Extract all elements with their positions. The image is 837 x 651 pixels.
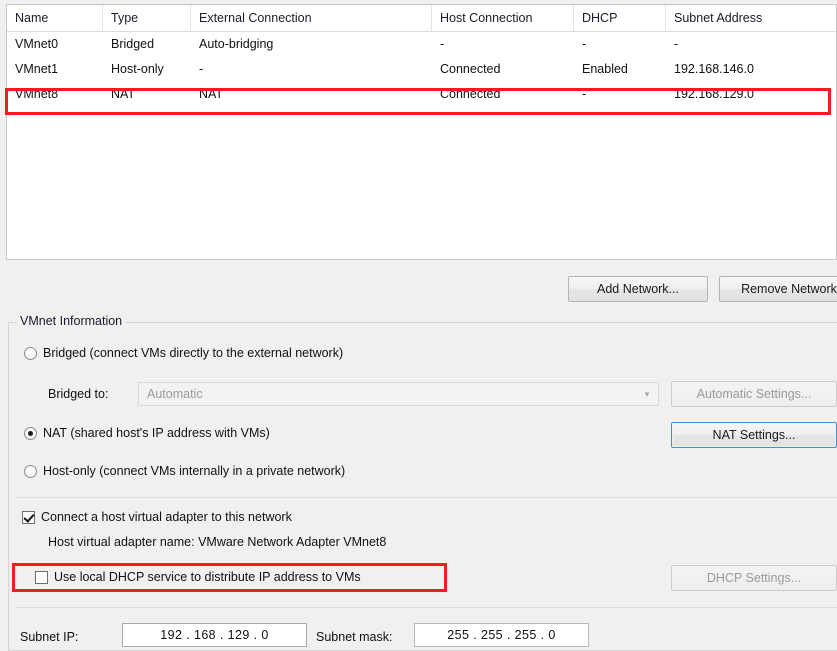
radio-bridged[interactable]: Bridged (connect VMs directly to the ext… bbox=[24, 346, 343, 360]
checkbox-use-local-dhcp[interactable]: Use local DHCP service to distribute IP … bbox=[35, 570, 361, 584]
column-header-external-connection[interactable]: External Connection bbox=[191, 4, 432, 32]
subnet-mask-input[interactable]: 255 . 255 . 255 . 0 bbox=[414, 623, 589, 647]
cell-host-connection: - bbox=[440, 37, 445, 51]
checkbox-use-local-dhcp-label: Use local DHCP service to distribute IP … bbox=[54, 570, 361, 584]
subnet-mask-label: Subnet mask: bbox=[316, 630, 393, 644]
table-row-vmnet0[interactable]: VMnet0 Bridged Auto-bridging - - - bbox=[7, 32, 836, 57]
host-virtual-adapter-name: Host virtual adapter name: VMware Networ… bbox=[48, 535, 387, 549]
cell-type: Bridged bbox=[111, 37, 155, 51]
subnet-ip-label: Subnet IP: bbox=[20, 630, 79, 644]
bridged-to-label: Bridged to: bbox=[48, 387, 109, 401]
cell-type: Host-only bbox=[111, 62, 164, 76]
subnet-ip-input[interactable]: 192 . 168 . 129 . 0 bbox=[122, 623, 307, 647]
radio-bridged-mark[interactable] bbox=[24, 346, 37, 360]
column-header-name[interactable]: Name bbox=[7, 4, 103, 32]
cell-name: VMnet1 bbox=[15, 62, 59, 76]
column-header-type[interactable]: Type bbox=[103, 4, 191, 32]
cell-dhcp: Enabled bbox=[582, 62, 628, 76]
cell-external-connection: - bbox=[199, 62, 204, 76]
table-header-row: Name Type External Connection Host Conne… bbox=[7, 4, 836, 32]
chevron-down-icon: ▾ bbox=[644, 388, 650, 399]
checkbox-connect-host-adapter[interactable]: Connect a host virtual adapter to this n… bbox=[22, 510, 292, 524]
nat-settings-button[interactable]: NAT Settings... bbox=[671, 422, 837, 448]
cell-host-connection: Connected bbox=[440, 87, 501, 101]
table-row-vmnet8[interactable]: VMnet8 NAT NAT Connected - 192.168.129.0 bbox=[7, 82, 836, 107]
cell-subnet-address: 192.168.129.0 bbox=[674, 87, 754, 101]
cell-subnet-address: 192.168.146.0 bbox=[674, 62, 754, 76]
remove-network-button[interactable]: Remove Network bbox=[719, 276, 837, 302]
radio-nat-mark[interactable] bbox=[24, 426, 37, 440]
cell-host-connection: Connected bbox=[440, 62, 501, 76]
virtual-network-table[interactable]: Name Type External Connection Host Conne… bbox=[6, 4, 837, 260]
column-header-subnet-address[interactable]: Subnet Address bbox=[666, 5, 836, 32]
add-network-button[interactable]: Add Network... bbox=[568, 276, 708, 302]
bridged-to-select[interactable]: Automatic ▾ bbox=[138, 382, 659, 406]
cell-type: NAT bbox=[111, 87, 136, 101]
radio-bridged-label: Bridged (connect VMs directly to the ext… bbox=[43, 346, 344, 360]
divider-bottom bbox=[16, 607, 837, 608]
divider-top bbox=[16, 497, 837, 498]
cell-dhcp: - bbox=[582, 37, 587, 51]
checkbox-connect-host-adapter-mark[interactable] bbox=[22, 510, 35, 524]
vmnet-information-legend: VMnet Information bbox=[16, 314, 127, 328]
checkbox-connect-host-adapter-label: Connect a host virtual adapter to this n… bbox=[41, 510, 292, 524]
automatic-settings-button[interactable]: Automatic Settings... bbox=[671, 381, 837, 407]
cell-name: VMnet8 bbox=[15, 87, 59, 101]
vmnet-information-group bbox=[8, 322, 837, 651]
table-row-vmnet1[interactable]: VMnet1 Host-only - Connected Enabled 192… bbox=[7, 57, 836, 82]
cell-name: VMnet0 bbox=[15, 37, 59, 51]
bridged-to-value: Automatic bbox=[147, 387, 203, 401]
column-header-host-connection[interactable]: Host Connection bbox=[432, 4, 574, 32]
dhcp-settings-button[interactable]: DHCP Settings... bbox=[671, 565, 837, 591]
radio-nat[interactable]: NAT (shared host's IP address with VMs) bbox=[24, 426, 270, 440]
cell-subnet-address: - bbox=[674, 37, 679, 51]
radio-host-only-mark[interactable] bbox=[24, 464, 37, 478]
radio-host-only[interactable]: Host-only (connect VMs internally in a p… bbox=[24, 464, 345, 478]
radio-nat-label: NAT (shared host's IP address with VMs) bbox=[43, 426, 270, 440]
cell-external-connection: NAT bbox=[199, 87, 224, 101]
cell-dhcp: - bbox=[582, 87, 587, 101]
checkbox-use-local-dhcp-mark[interactable] bbox=[35, 570, 48, 584]
radio-host-only-label: Host-only (connect VMs internally in a p… bbox=[43, 464, 346, 478]
column-header-dhcp[interactable]: DHCP bbox=[574, 4, 666, 32]
cell-external-connection: Auto-bridging bbox=[199, 37, 274, 51]
